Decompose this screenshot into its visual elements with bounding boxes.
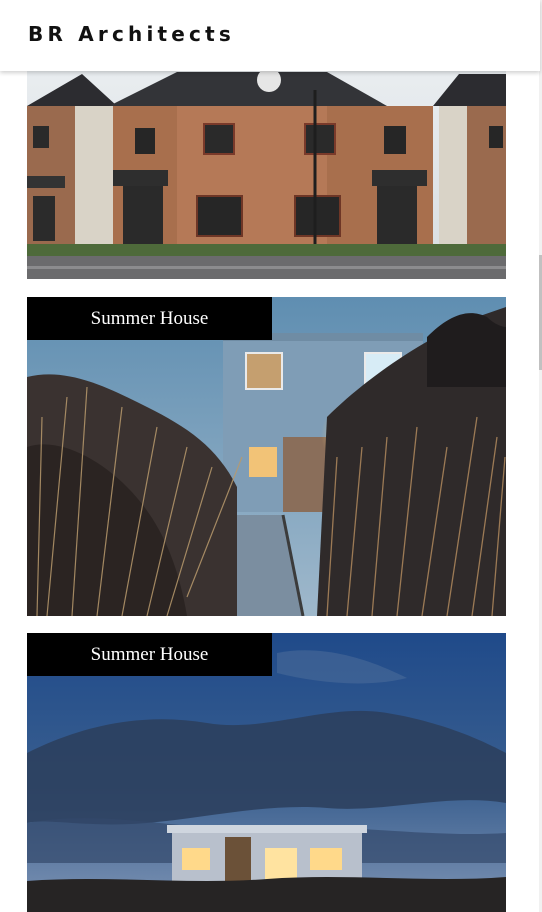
project-image-summer-house-1 bbox=[27, 297, 506, 616]
project-card-summer-house-2[interactable]: Summer House bbox=[27, 633, 506, 912]
project-card-summer-house-1[interactable]: Summer House bbox=[27, 297, 506, 616]
project-title-label[interactable]: Summer House bbox=[27, 633, 272, 676]
top-navigation-bar: BR Architects bbox=[0, 0, 540, 71]
brand-logo-text[interactable]: BR Architects bbox=[28, 22, 235, 46]
project-title-label[interactable]: Summer House bbox=[27, 297, 272, 340]
project-card-brick-houses[interactable] bbox=[27, 66, 506, 279]
project-image-brick-houses bbox=[27, 66, 506, 279]
